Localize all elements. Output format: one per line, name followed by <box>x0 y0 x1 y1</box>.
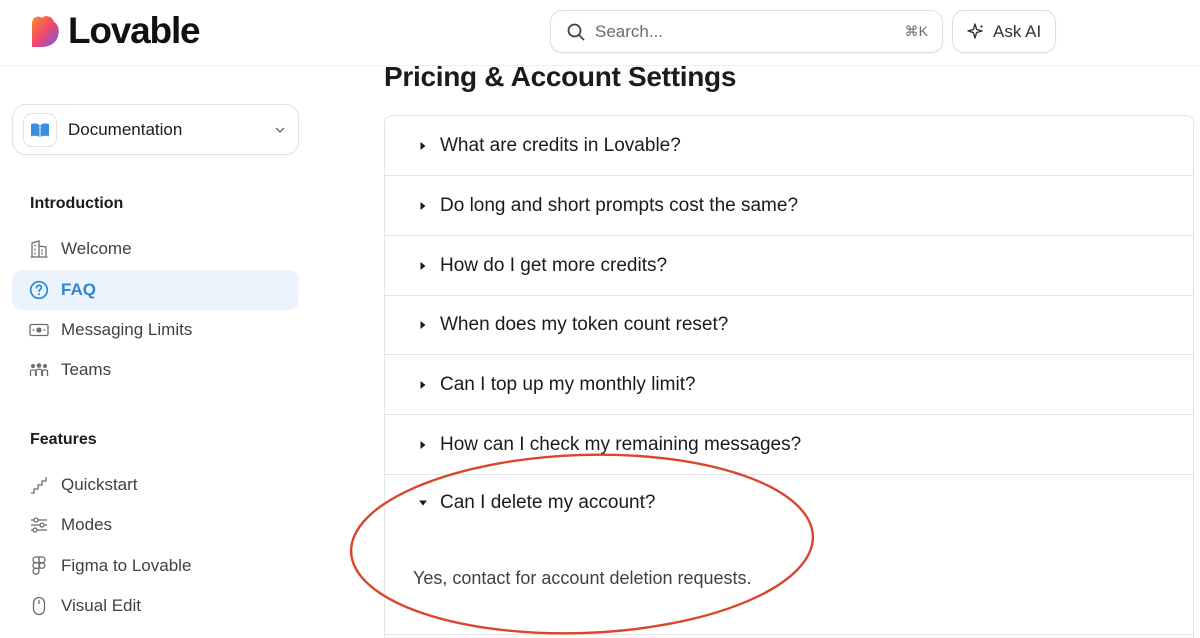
faq-item[interactable]: When does my token count reset? <box>385 295 1193 355</box>
building-icon <box>29 239 49 259</box>
faq-answer: Yes, contact for account deletion reques… <box>413 568 752 588</box>
sidebar-item-label: Welcome <box>61 239 132 258</box>
chevron-down-icon <box>275 127 285 133</box>
caret-down-icon <box>418 498 428 508</box>
caret-right-icon <box>418 201 428 211</box>
faq-item-header[interactable]: Can I delete my account? <box>418 491 655 515</box>
faq-item[interactable]: Do long and short prompts cost the same? <box>385 176 1193 236</box>
faq-question: When does my token count reset? <box>440 313 729 335</box>
documentation-label: Documentation <box>68 119 183 139</box>
section-title-features: Features <box>30 431 97 448</box>
faq-question: What are credits in Lovable? <box>440 134 681 156</box>
stairs-icon <box>29 475 49 495</box>
book-icon <box>23 112 57 147</box>
sidebar-item-welcome[interactable]: Welcome <box>12 229 299 269</box>
brand-name: Lovable <box>68 10 201 51</box>
figma-icon <box>29 556 49 576</box>
lovable-logo[interactable]: Lovable <box>30 10 201 51</box>
sidebar-item-label: Teams <box>61 360 112 379</box>
faq-question: Can I delete my account? <box>440 492 656 513</box>
sidebar-item-messaging-limits[interactable]: Messaging Limits <box>12 310 299 350</box>
sidebar-item-modes[interactable]: Modes <box>12 505 299 545</box>
faq-item-expanded: Can I delete my account? Yes, contact fo… <box>385 475 1193 635</box>
faq-question: Do long and short prompts cost the same? <box>440 194 799 216</box>
caret-right-icon <box>418 141 428 151</box>
faq-question: How can I check my remaining messages? <box>440 433 802 455</box>
faq-item[interactable]: What are credits in Lovable? <box>385 116 1193 176</box>
sidebar-item-figma-to-lovable[interactable]: Figma to Lovable <box>12 546 299 586</box>
caret-right-icon <box>418 320 428 330</box>
sliders-icon <box>29 515 49 535</box>
search-icon <box>567 23 585 40</box>
lovable-heart-icon <box>32 16 59 47</box>
caret-right-icon <box>418 380 428 390</box>
search-input[interactable]: Search... ⌘K <box>550 10 943 53</box>
sidebar-item-visual-edit[interactable]: Visual Edit <box>12 586 299 626</box>
section-title-introduction: Introduction <box>30 195 124 212</box>
faq-item[interactable]: How do I get more credits? <box>385 236 1193 296</box>
faq-item[interactable]: How can I check my remaining messages? <box>385 415 1193 475</box>
top-header: Lovable Search... ⌘K Ask AI <box>0 0 1200 66</box>
faq-question: How do I get more credits? <box>440 254 668 276</box>
ask-ai-label: Ask AI <box>993 21 1042 41</box>
page-title: Pricing & Account Settings <box>384 61 737 92</box>
sidebar-item-label: Modes <box>61 515 113 534</box>
documentation-selector[interactable]: Documentation <box>12 104 299 155</box>
sidebar-item-quickstart[interactable]: Quickstart <box>12 465 299 505</box>
search-placeholder: Search... <box>595 21 664 41</box>
sidebar-item-label: Messaging Limits <box>61 320 193 339</box>
sidebar-item-label: Quickstart <box>61 475 138 494</box>
users-icon <box>29 360 49 380</box>
faq-question: Can I top up my monthly limit? <box>440 373 696 395</box>
sidebar-item-label: Visual Edit <box>61 596 142 615</box>
help-circle-icon <box>29 280 49 300</box>
faq-accordion: What are credits in Lovable? Do long and… <box>384 115 1194 638</box>
mouse-icon <box>29 596 49 616</box>
sparkle-icon <box>967 22 984 39</box>
faq-item[interactable]: Can I top up my monthly limit? <box>385 355 1193 415</box>
banknote-icon <box>29 320 49 340</box>
sidebar-item-teams[interactable]: Teams <box>12 350 299 390</box>
caret-right-icon <box>418 261 428 271</box>
sidebar-item-label: FAQ <box>61 280 96 299</box>
sidebar-item-label: Figma to Lovable <box>61 556 192 575</box>
sidebar-item-faq[interactable]: FAQ <box>12 270 299 310</box>
search-shortcut: ⌘K <box>904 23 928 39</box>
ask-ai-button[interactable]: Ask AI <box>952 10 1056 53</box>
caret-right-icon <box>418 440 428 450</box>
